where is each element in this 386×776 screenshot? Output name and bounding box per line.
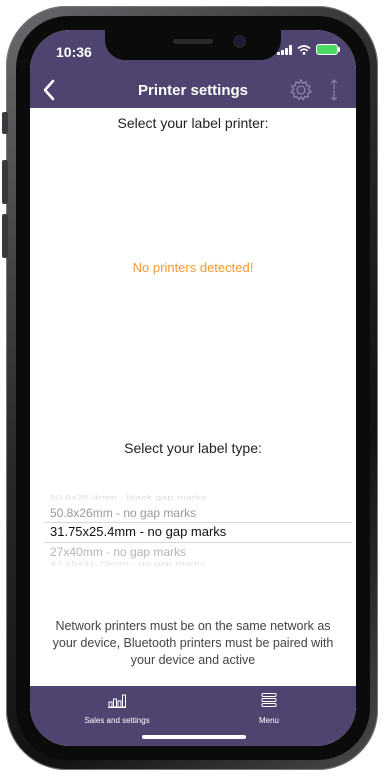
battery-charging-icon: [316, 44, 340, 55]
label-type-heading: Select your label type:: [124, 440, 262, 456]
status-bar: 10:36: [30, 30, 356, 72]
printer-help-note: Network printers must be on the same net…: [52, 619, 334, 667]
no-printers-message: No printers detected!: [132, 260, 254, 275]
menu-icon: [261, 693, 277, 707]
header: 10:36 Printer settings: [30, 30, 356, 108]
picker-divider-bottom: [44, 542, 352, 543]
label-type-picker[interactable]: 50.8x25.4mm - black gap marks 50.8x26mm …: [44, 494, 352, 604]
wifi-icon: [297, 44, 311, 55]
home-indicator[interactable]: [142, 735, 246, 739]
label-option-selected[interactable]: 31.75x25.4mm - no gap marks: [50, 524, 226, 539]
sort-arrows-icon: [330, 79, 338, 101]
sort-button[interactable]: [326, 77, 342, 103]
gear-icon: [289, 78, 313, 101]
printer-heading: Select your label printer:: [117, 115, 269, 131]
tab-label: Menu: [258, 716, 279, 725]
picker-divider-top: [44, 522, 352, 523]
label-option[interactable]: 47.15x31.75mm - no gap marks: [50, 560, 205, 567]
volume-up-button: [2, 160, 8, 204]
phone-screen: 10:36 Printer settings Select your label…: [30, 30, 356, 746]
tab-menu[interactable]: Menu: [194, 692, 344, 728]
label-option[interactable]: 50.8x26mm - no gap marks: [50, 506, 196, 520]
settings-button[interactable]: [288, 77, 314, 103]
label-option[interactable]: 50.8x25.4mm - black gap marks: [50, 494, 207, 501]
tab-sales-and-settings[interactable]: Sales and settings: [42, 692, 192, 728]
notch: [105, 30, 281, 60]
bar-chart-icon: [108, 694, 126, 708]
nav-bar: Printer settings: [30, 72, 356, 108]
front-camera: [235, 37, 244, 46]
volume-down-button: [2, 214, 8, 258]
main-content: Select your label printer: No printers d…: [30, 108, 356, 686]
cellular-signal-icon: [277, 44, 292, 55]
status-icons: [277, 44, 340, 55]
tab-label: Sales and settings: [84, 716, 150, 725]
label-option[interactable]: 27x40mm - no gap marks: [50, 545, 186, 559]
silent-switch: [2, 112, 8, 134]
speaker-grille: [173, 39, 213, 44]
status-time: 10:36: [56, 44, 92, 60]
